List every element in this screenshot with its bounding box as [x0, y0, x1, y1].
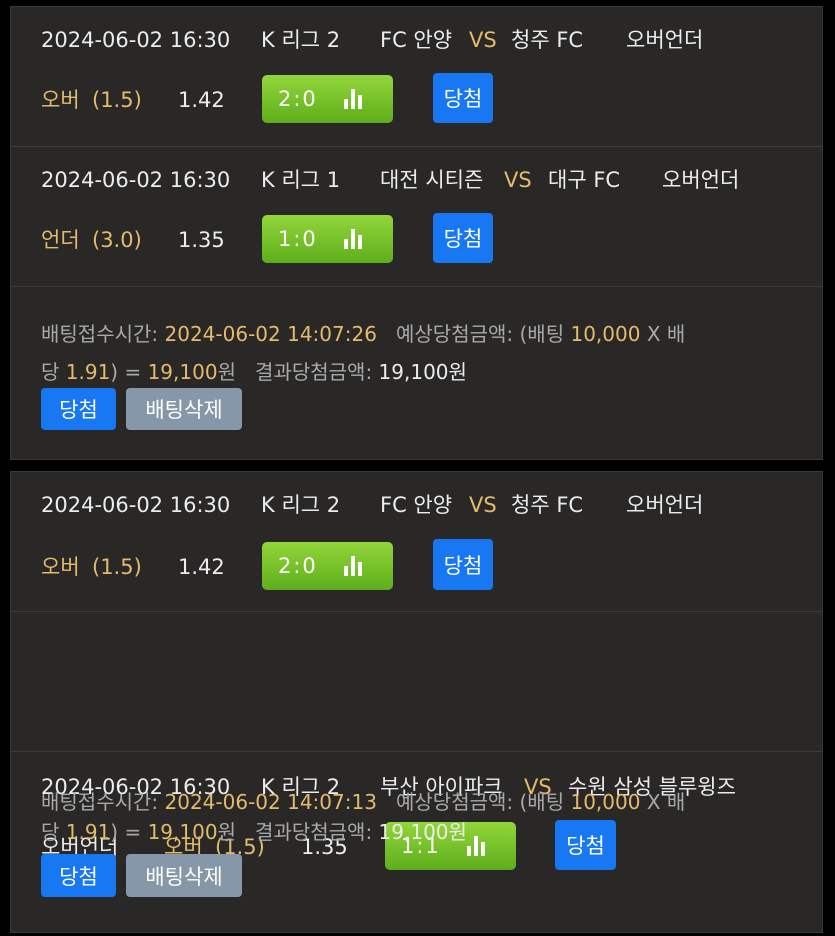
market-type: 오버언더: [662, 168, 740, 192]
pick-line: (1.5): [92, 555, 142, 579]
currency-unit: 원: [217, 360, 236, 384]
away-team: 청주 FC: [511, 28, 584, 52]
won-status-button[interactable]: 당첨: [41, 388, 116, 430]
home-team: FC 안양: [380, 28, 453, 52]
result-win-amount: 19,100원: [378, 820, 467, 844]
total-odds: 1.91: [65, 360, 111, 384]
stake-amount: 10,000: [570, 322, 641, 346]
home-team: 대전 시티즌: [380, 168, 484, 192]
pick-odds: 1.35: [178, 228, 225, 252]
vs-label: VS: [469, 28, 497, 52]
delete-bet-button[interactable]: 배팅삭제: [126, 388, 242, 430]
equals-sign: ) =: [110, 820, 142, 844]
score-stats-button[interactable]: 2:0: [262, 542, 393, 590]
final-score: 1:0: [278, 227, 318, 251]
pick-odds: 1.42: [178, 555, 225, 579]
pick-label: 오버: [41, 88, 80, 112]
league-name: K 리그 1: [261, 168, 341, 192]
league-name: K 리그 2: [261, 28, 341, 52]
bet-slip: 2024-06-02 16:30 K 리그 2 FC 안양 VS 청주 FC 오…: [10, 471, 823, 933]
result-win-label: 결과당첨금액:: [255, 360, 373, 384]
result-won-badge[interactable]: 당첨: [433, 213, 493, 263]
pick-label: 언더: [41, 228, 80, 252]
match-row: 2024-06-02 16:30 K 리그 2 부산 아이파크 VS 수원 삼성…: [11, 612, 822, 870]
bar-chart-icon: [344, 556, 362, 576]
league-name: K 리그 2: [261, 493, 341, 517]
total-odds: 1.91: [65, 820, 111, 844]
pick-line: (3.0): [92, 228, 142, 252]
bar-chart-icon: [344, 89, 362, 109]
away-team: 대구 FC: [548, 168, 621, 192]
result-won-badge[interactable]: 당첨: [433, 73, 493, 123]
bar-chart-icon: [467, 836, 485, 856]
match-row: 2024-06-02 16:30 K 리그 2 FC 안양 VS 청주 FC 오…: [11, 7, 822, 147]
multiply-sign: X: [646, 322, 661, 346]
away-team: 청주 FC: [511, 493, 584, 517]
odds-label-part1: 배: [666, 790, 686, 814]
match-row: 2024-06-02 16:30 K 리그 1 대전 시티즌 VS 대구 FC …: [11, 147, 822, 287]
bar-chart-icon: [344, 229, 362, 249]
won-status-button[interactable]: 당첨: [41, 854, 116, 897]
bet-time: 2024-06-02 14:07:26: [164, 322, 377, 346]
match-datetime: 2024-06-02 16:30: [41, 168, 231, 192]
pick-line: (1.5): [92, 88, 142, 112]
result-won-badge[interactable]: 당첨: [433, 539, 493, 590]
score-stats-button[interactable]: 2:0: [262, 75, 393, 123]
result-win-amount: 19,100원: [378, 360, 467, 384]
odds-label-part2: 당: [41, 360, 60, 384]
expected-amount: 19,100: [147, 820, 218, 844]
expected-win-label: 예상당첨금액: (배팅: [396, 790, 565, 814]
match-datetime: 2024-06-02 16:30: [41, 493, 231, 517]
odds-label-part1: 배: [666, 322, 686, 346]
pick-label: 오버: [41, 555, 80, 579]
odds-label-part2: 당: [41, 820, 60, 844]
stake-amount: 10,000: [570, 790, 641, 814]
vs-label: VS: [469, 493, 497, 517]
multiply-sign: X: [646, 790, 661, 814]
bet-time: 2024-06-02 14:07:13: [164, 790, 377, 814]
score-stats-button[interactable]: 1:0: [262, 215, 393, 263]
vs-label: VS: [504, 168, 532, 192]
currency-unit: 원: [217, 820, 236, 844]
market-type: 오버언더: [626, 28, 704, 52]
expected-amount: 19,100: [147, 360, 218, 384]
pick-odds: 1.42: [178, 88, 225, 112]
match-row: 2024-06-02 16:30 K 리그 2 FC 안양 VS 청주 FC 오…: [11, 472, 822, 612]
bet-time-label: 배팅접수시간:: [41, 790, 159, 814]
match-datetime: 2024-06-02 16:30: [41, 28, 231, 52]
delete-bet-button[interactable]: 배팅삭제: [126, 854, 242, 897]
final-score: 2:0: [278, 554, 318, 578]
result-win-label: 결과당첨금액:: [255, 820, 373, 844]
final-score: 2:0: [278, 87, 318, 111]
bet-slip: 2024-06-02 16:30 K 리그 2 FC 안양 VS 청주 FC 오…: [10, 6, 823, 460]
result-won-badge[interactable]: 당첨: [555, 820, 616, 870]
home-team: FC 안양: [380, 493, 453, 517]
bet-time-label: 배팅접수시간:: [41, 322, 159, 346]
market-type: 오버언더: [626, 493, 704, 517]
expected-win-label: 예상당첨금액: (배팅: [396, 322, 565, 346]
equals-sign: ) =: [110, 360, 142, 384]
